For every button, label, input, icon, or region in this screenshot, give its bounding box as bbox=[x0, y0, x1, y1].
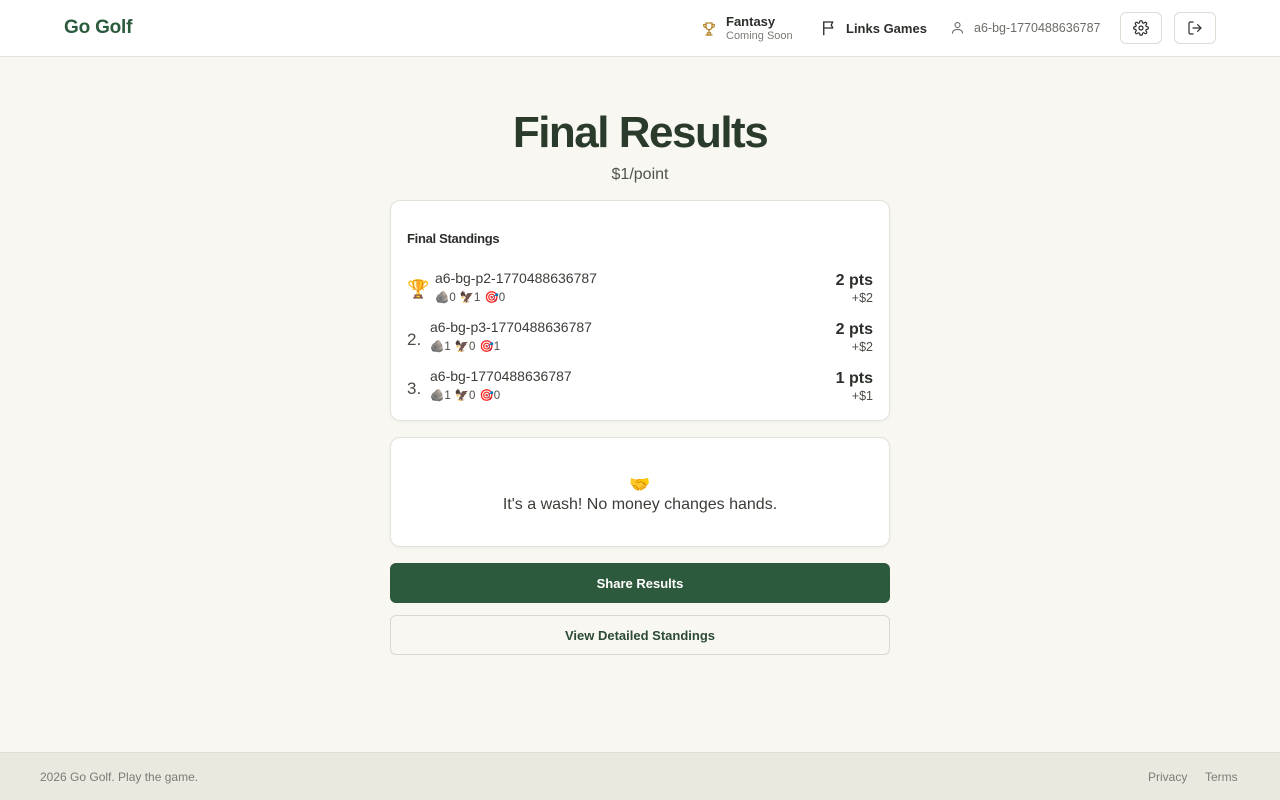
player-rank: 3. bbox=[407, 379, 422, 398]
view-detailed-standings-button[interactable]: View Detailed Standings bbox=[390, 615, 890, 655]
privacy-link[interactable]: Privacy bbox=[1148, 770, 1187, 784]
trophy-icon: 🏆 bbox=[407, 279, 430, 299]
player-points: 1 pts bbox=[835, 370, 873, 387]
flag-icon bbox=[823, 21, 834, 36]
stat-birdie: 🪨1 bbox=[430, 341, 451, 353]
stat-eagle: 🦅0 bbox=[454, 341, 476, 353]
player-money: +$2 bbox=[851, 340, 873, 354]
nav-fantasy-status: Coming Soon bbox=[726, 30, 793, 42]
nav-links-games-label: Links Games bbox=[846, 20, 927, 36]
terms-link[interactable]: Terms bbox=[1205, 770, 1238, 784]
player-stats: 🪨0 🦅1 🎯0 bbox=[435, 290, 509, 304]
nav-username: a6-bg-1770488636787 bbox=[974, 20, 1101, 35]
nav-links-games[interactable]: Links Games bbox=[820, 19, 927, 37]
stat-eagle: 🦅1 bbox=[459, 292, 481, 304]
footer: 2026 Go Golf. Play the game. Privacy Ter… bbox=[0, 752, 1280, 800]
player-money: +$2 bbox=[851, 291, 873, 305]
settlement-message: It's a wash! No money changes hands. bbox=[502, 496, 778, 513]
player-points: 2 pts bbox=[835, 321, 873, 338]
stat-birdie: 🪨0 bbox=[435, 292, 456, 304]
stat-birdie: 🪨1 bbox=[430, 390, 451, 402]
standing-row: 3. a6-bg-1770488636787 🪨1 🦅0 🎯0 1 pts +$1 bbox=[407, 368, 873, 408]
page-title: Final Results bbox=[512, 108, 769, 157]
top-navbar: Go Golf Fantasy Coming Soon Links Games … bbox=[0, 0, 1280, 57]
player-money: +$1 bbox=[851, 389, 873, 403]
brand-logo[interactable]: Go Golf bbox=[64, 17, 132, 39]
share-results-button[interactable]: Share Results bbox=[390, 563, 890, 603]
player-rank: 2. bbox=[407, 330, 422, 349]
trophy-icon bbox=[702, 21, 716, 36]
copyright-text: 2026 Go Golf. Play the game. bbox=[40, 770, 199, 784]
player-points: 2 pts bbox=[835, 272, 873, 289]
handshake-icon: 🤝 bbox=[629, 475, 651, 494]
player-name: a6-bg-1770488636787 bbox=[430, 368, 572, 384]
gear-icon bbox=[1133, 20, 1149, 36]
settlement-card: 🤝 It's a wash! No money changes hands. bbox=[390, 437, 890, 547]
stat-eagle: 🦅0 bbox=[454, 390, 476, 402]
nav-user[interactable]: a6-bg-1770488636787 bbox=[950, 20, 1101, 35]
logout-button[interactable] bbox=[1174, 12, 1216, 44]
player-stats: 🪨1 🦅0 🎯0 bbox=[430, 388, 504, 402]
standing-row: 2. a6-bg-p3-1770488636787 🪨1 🦅0 🎯1 2 pts +… bbox=[407, 319, 873, 359]
card-title: Final Standings bbox=[407, 231, 500, 246]
user-icon bbox=[951, 21, 964, 34]
standing-row: 🏆 a6-bg-p2-1770488636787 🪨0 🦅1 🎯0 2 pts +$… bbox=[407, 270, 873, 310]
nav-fantasy-label: Fantasy bbox=[726, 14, 776, 29]
final-standings-card: Final Standings 🏆 a6-bg-p2-1770488636787… bbox=[390, 200, 890, 421]
stat-target: 🎯0 bbox=[479, 390, 501, 402]
player-name: a6-bg-p3-1770488636787 bbox=[430, 319, 592, 335]
logout-icon bbox=[1188, 21, 1202, 35]
settings-button[interactable] bbox=[1120, 12, 1162, 44]
rate-subtitle: $1/point bbox=[611, 166, 669, 183]
player-stats: 🪨1 🦅0 🎯1 bbox=[430, 339, 504, 353]
stat-target: 🎯1 bbox=[479, 341, 501, 353]
stat-target: 🎯0 bbox=[484, 292, 506, 304]
player-name: a6-bg-p2-1770488636787 bbox=[435, 270, 597, 286]
nav-fantasy[interactable]: Fantasy Coming Soon bbox=[700, 14, 793, 43]
